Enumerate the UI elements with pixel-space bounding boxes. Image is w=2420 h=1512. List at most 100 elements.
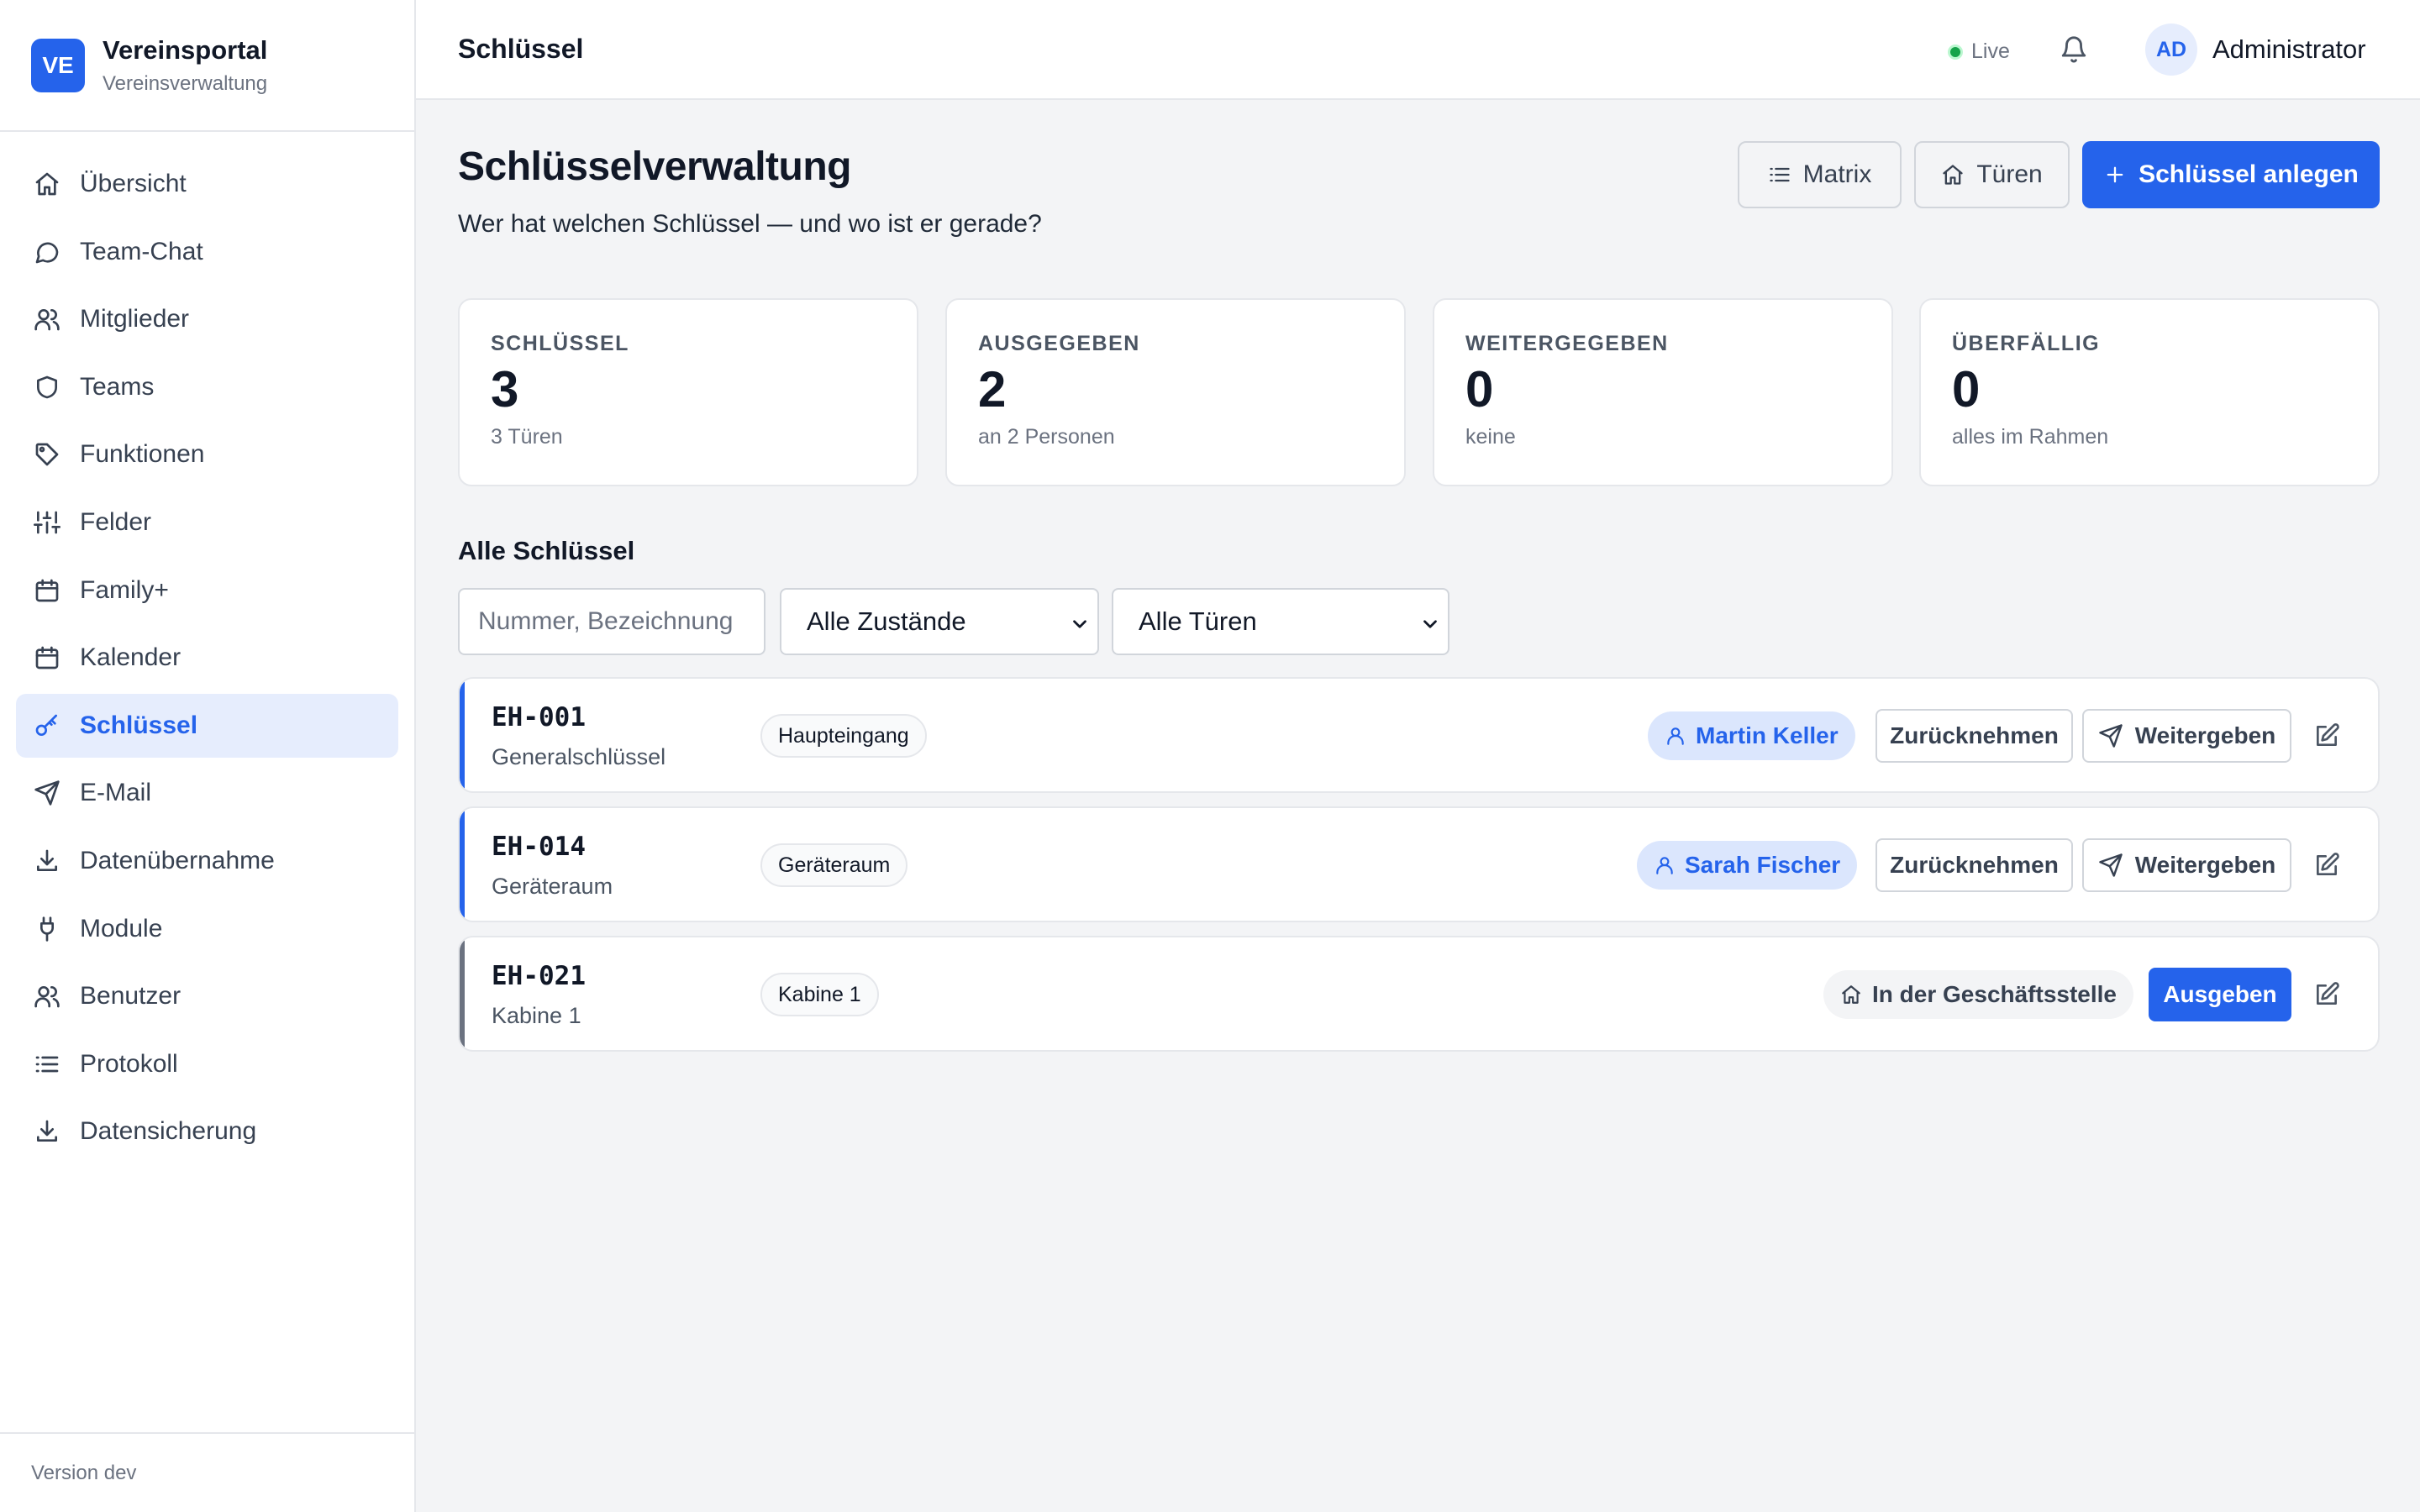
chat-icon	[34, 239, 60, 265]
stat-value: 0	[1952, 361, 1981, 417]
user-menu[interactable]: AD Administrator	[2145, 24, 2366, 76]
brand-title: Vereinsportal	[103, 34, 268, 65]
sidebar-item-benutzer[interactable]: Benutzer	[16, 964, 398, 1028]
matrix-button-label: Matrix	[1802, 160, 1872, 188]
home-icon	[1840, 984, 1872, 1005]
send-icon	[34, 780, 60, 806]
door-badge: Kabine 1	[760, 973, 879, 1016]
stat-label: SCHLÜSSEL	[491, 332, 629, 355]
plus-icon	[2103, 163, 2139, 186]
edit-button[interactable]	[2310, 848, 2344, 882]
sidebar-item-label: Mitglieder	[80, 305, 190, 333]
sidebar-item-e-mail[interactable]: E-Mail	[16, 761, 398, 825]
download-icon	[34, 848, 60, 874]
state-filter-select[interactable]: Alle Zustände	[780, 588, 1099, 655]
sidebar-item-label: Team-Chat	[80, 237, 203, 265]
shield-icon	[34, 374, 60, 401]
stat-card-issued: AUSGEGEBEN 2 an 2 Personen	[945, 298, 1406, 486]
key-row[interactable]: EH-014 Geräteraum Geräteraum Sarah Fisch…	[458, 806, 2380, 922]
sidebar-item-label: Protokoll	[80, 1049, 178, 1078]
pass-on-button[interactable]: Weitergeben	[2082, 838, 2291, 892]
sidebar-item-protokoll[interactable]: Protokoll	[16, 1032, 398, 1096]
sidebar-item-label: Felder	[80, 507, 152, 536]
sidebar-item-label: Module	[80, 914, 163, 942]
matrix-button[interactable]: Matrix	[1738, 141, 1902, 208]
search-input[interactable]	[458, 588, 765, 655]
location-label: In der Geschäftsstelle	[1872, 981, 2118, 1007]
state-filter-value: Alle Zustände	[807, 606, 966, 636]
sidebar-item-mitglieder[interactable]: Mitglieder	[16, 287, 398, 351]
stat-label: ÜBERFÄLLIG	[1952, 332, 2101, 355]
edit-button[interactable]	[2310, 978, 2344, 1011]
sidebar-item-module[interactable]: Module	[16, 897, 398, 961]
stat-label: WEITERGEGEBEN	[1465, 332, 1669, 355]
edit-icon	[2313, 722, 2340, 749]
key-row[interactable]: EH-001 Generalschlüssel Haupteingang Mar…	[458, 677, 2380, 793]
create-key-button-label: Schlüssel anlegen	[2139, 160, 2359, 188]
stat-card-passed-on: WEITERGEGEBEN 0 keine	[1433, 298, 1893, 486]
key-code: EH-021	[492, 961, 586, 991]
sidebar: VE Vereinsportal Vereinsverwaltung Übers…	[0, 0, 416, 1512]
stat-value: 3	[491, 361, 519, 417]
users-icon	[34, 306, 60, 333]
send-icon	[2098, 723, 2135, 748]
row-accent	[460, 808, 465, 921]
download-icon	[34, 1118, 60, 1145]
sliders-icon	[34, 509, 60, 536]
version-label: Version dev	[0, 1432, 414, 1512]
key-icon	[34, 712, 60, 739]
user-icon	[1654, 854, 1685, 876]
sidebar-item-label: Schlüssel	[80, 711, 198, 739]
sidebar-item-family-plus[interactable]: Family+	[16, 559, 398, 622]
edit-icon	[2313, 981, 2340, 1008]
key-code: EH-001	[492, 702, 586, 732]
doors-button[interactable]: Türen	[1914, 141, 2070, 208]
calendar-icon	[34, 577, 60, 604]
stats-row: SCHLÜSSEL 3 3 Türen AUSGEGEBEN 2 an 2 Pe…	[458, 298, 2380, 486]
create-key-button[interactable]: Schlüssel anlegen	[2082, 141, 2380, 208]
section-title: Alle Schlüssel	[458, 536, 635, 565]
issue-button-label: Ausgeben	[2163, 981, 2277, 1007]
return-button[interactable]: Zurücknehmen	[1876, 709, 2073, 763]
sidebar-item-uebersicht[interactable]: Übersicht	[16, 152, 398, 216]
return-button-label: Zurücknehmen	[1890, 852, 2059, 878]
doors-filter-select[interactable]: Alle Türen	[1112, 588, 1449, 655]
holder-chip[interactable]: Martin Keller	[1648, 711, 1855, 760]
key-name: Generalschlüssel	[492, 744, 666, 769]
stat-value: 0	[1465, 361, 1494, 417]
edit-button[interactable]	[2310, 719, 2344, 753]
stat-sub: keine	[1465, 425, 1516, 449]
pass-on-button[interactable]: Weitergeben	[2082, 709, 2291, 763]
brand[interactable]: VE Vereinsportal Vereinsverwaltung	[0, 0, 414, 132]
sidebar-item-funktionen[interactable]: Funktionen	[16, 423, 398, 486]
sidebar-item-kalender[interactable]: Kalender	[16, 626, 398, 690]
sidebar-item-teams[interactable]: Teams	[16, 355, 398, 419]
page-title: Schlüsselverwaltung	[458, 144, 852, 189]
sidebar-item-label: Kalender	[80, 643, 182, 672]
sidebar-item-label: Teams	[80, 372, 155, 401]
list-icon	[34, 1051, 60, 1078]
users-icon	[34, 983, 60, 1010]
issue-button[interactable]: Ausgeben	[2149, 968, 2291, 1021]
key-name: Kabine 1	[492, 1003, 581, 1028]
sidebar-item-felder[interactable]: Felder	[16, 491, 398, 554]
notifications-button[interactable]	[2057, 33, 2091, 66]
stat-label: AUSGEGEBEN	[978, 332, 1140, 355]
sidebar-item-team-chat[interactable]: Team-Chat	[16, 220, 398, 284]
sidebar-item-datenuebernahme[interactable]: Datenübernahme	[16, 829, 398, 893]
return-button[interactable]: Zurücknehmen	[1876, 838, 2073, 892]
chevron-down-icon	[1419, 612, 1441, 633]
stat-card-keys: SCHLÜSSEL 3 3 Türen	[458, 298, 918, 486]
brand-subtitle: Vereinsverwaltung	[103, 71, 268, 95]
holder-chip[interactable]: Sarah Fischer	[1637, 841, 1858, 890]
stat-sub: 3 Türen	[491, 425, 563, 449]
live-indicator: Live	[1948, 39, 2010, 64]
chevron-down-icon	[1069, 612, 1091, 633]
user-icon	[1665, 725, 1696, 747]
row-accent	[460, 937, 465, 1050]
stat-value: 2	[978, 361, 1007, 417]
sidebar-item-datensicherung[interactable]: Datensicherung	[16, 1100, 398, 1163]
key-row[interactable]: EH-021 Kabine 1 Kabine 1 In der Geschäft…	[458, 936, 2380, 1052]
sidebar-item-schluessel[interactable]: Schlüssel	[16, 693, 398, 758]
stat-sub: alles im Rahmen	[1952, 425, 2109, 449]
